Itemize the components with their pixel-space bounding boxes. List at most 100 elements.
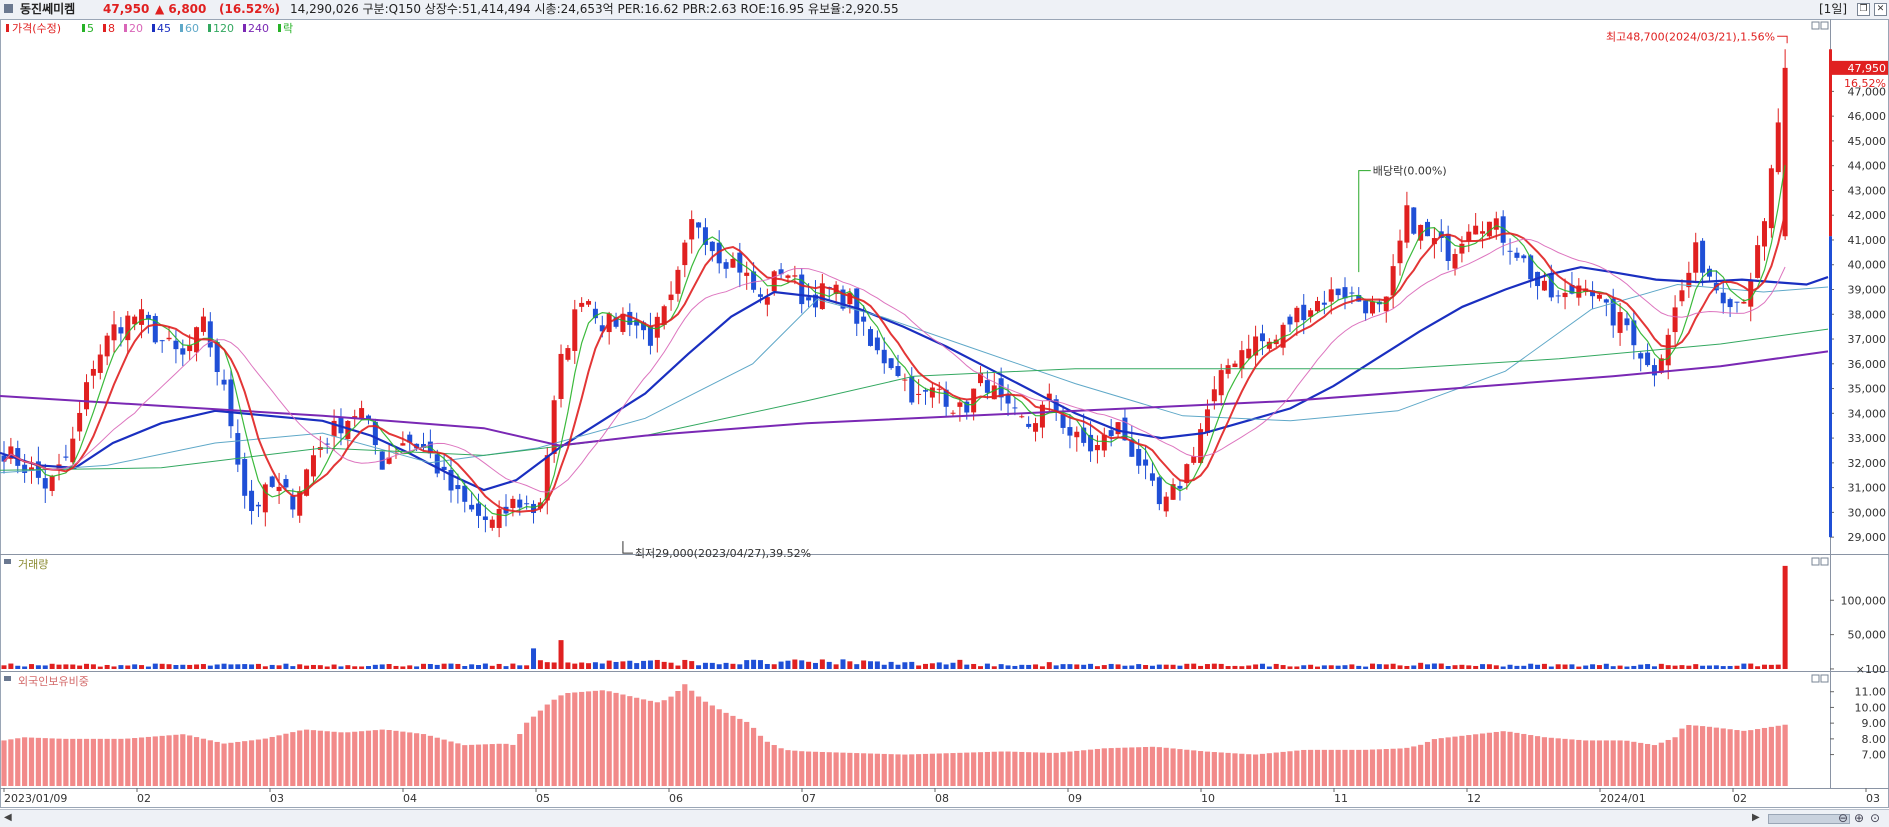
foreign-bar[interactable] [943, 753, 949, 786]
volume-bar[interactable] [1638, 664, 1644, 669]
volume-bar[interactable] [1294, 666, 1300, 669]
candle[interactable] [118, 327, 124, 334]
candle[interactable] [1720, 292, 1726, 304]
foreign-bar[interactable] [379, 729, 385, 786]
foreign-bar[interactable] [1039, 752, 1046, 786]
volume-bar[interactable] [1129, 665, 1135, 669]
foreign-bar[interactable] [180, 734, 186, 786]
foreign-bar[interactable] [1356, 749, 1362, 786]
volume-bar[interactable] [806, 661, 812, 669]
foreign-bar[interactable] [173, 734, 179, 786]
foreign-bar[interactable] [1129, 747, 1135, 786]
candle[interactable] [476, 503, 482, 516]
volume-bar[interactable] [1555, 664, 1561, 669]
candle[interactable] [1493, 218, 1499, 230]
volume-bar[interactable] [1603, 663, 1609, 669]
candle[interactable] [290, 495, 296, 510]
candle[interactable] [77, 412, 83, 432]
foreign-bar[interactable] [640, 699, 647, 786]
volume-bar[interactable] [1074, 664, 1080, 669]
candle[interactable] [1287, 316, 1293, 325]
volume-bar[interactable] [1060, 664, 1066, 669]
foreign-bar[interactable] [1514, 732, 1520, 786]
candle[interactable] [730, 258, 736, 268]
foreign-bar[interactable] [70, 738, 76, 786]
foreign-bar[interactable] [1651, 745, 1658, 786]
pane-maximize-icon[interactable] [1811, 21, 1820, 30]
foreign-bar[interactable] [1197, 751, 1204, 786]
foreign-bar[interactable] [984, 751, 990, 786]
volume-bar[interactable] [15, 665, 21, 669]
foreign-bar[interactable] [1679, 728, 1685, 786]
candle[interactable] [1452, 254, 1458, 269]
volume-bar[interactable] [1005, 665, 1011, 669]
foreign-bar[interactable] [1218, 752, 1224, 786]
volume-bar[interactable] [1466, 665, 1472, 669]
foreign-bar[interactable] [1727, 729, 1733, 786]
foreign-bar[interactable] [1500, 731, 1506, 786]
volume-bar[interactable] [696, 665, 702, 669]
foreign-bar[interactable] [317, 730, 323, 786]
foreign-bar[interactable] [833, 752, 839, 786]
horizontal-scrollbar[interactable]: ◀ ▶ ⊖ ⊕ ⊙ [0, 809, 1889, 827]
volume-bar[interactable] [393, 665, 399, 669]
volume-bar[interactable] [104, 664, 110, 669]
candle[interactable] [63, 456, 69, 458]
candle[interactable] [1748, 279, 1754, 307]
candle[interactable] [207, 321, 213, 348]
volume-bar[interactable] [1713, 665, 1719, 669]
foreign-bar[interactable] [1204, 751, 1211, 786]
foreign-bar[interactable] [35, 737, 41, 786]
foreign-bar[interactable] [386, 730, 392, 786]
foreign-bar[interactable] [1308, 749, 1314, 786]
candle[interactable] [572, 309, 578, 351]
volume-bar[interactable] [847, 661, 853, 669]
foreign-bar[interactable] [730, 715, 736, 786]
foreign-bar[interactable] [675, 690, 681, 786]
volume-bar[interactable] [1115, 664, 1121, 669]
foreign-bar[interactable] [338, 732, 344, 786]
candle[interactable] [1473, 225, 1479, 235]
candle[interactable] [1541, 280, 1547, 291]
foreign-bar[interactable] [991, 751, 997, 786]
foreign-bar[interactable] [1142, 747, 1149, 786]
candle[interactable] [1156, 477, 1162, 505]
candle[interactable] [757, 294, 763, 297]
volume-bar[interactable] [517, 665, 523, 669]
candle[interactable] [771, 271, 777, 292]
foreign-bar[interactable] [517, 734, 523, 786]
candle[interactable] [1012, 407, 1018, 409]
foreign-bar[interactable] [1658, 742, 1664, 786]
volume-bar[interactable] [572, 663, 578, 669]
candle[interactable] [1349, 292, 1355, 294]
volume-bar[interactable] [709, 662, 715, 669]
volume-bar[interactable] [56, 664, 62, 669]
foreign-bar[interactable] [689, 690, 695, 786]
volume-bar[interactable] [929, 663, 935, 669]
volume-bar[interactable] [310, 664, 316, 669]
volume-bar[interactable] [77, 665, 83, 669]
volume-bar[interactable] [1101, 665, 1107, 669]
candle[interactable] [1404, 205, 1410, 243]
volume-bar[interactable] [1768, 664, 1774, 669]
foreign-bar[interactable] [888, 754, 894, 786]
candle[interactable] [70, 438, 76, 463]
volume-bar[interactable] [751, 659, 757, 669]
candle[interactable] [1768, 168, 1774, 229]
foreign-bar[interactable] [902, 754, 908, 786]
volume-bar[interactable] [812, 662, 818, 669]
candle[interactable] [84, 382, 90, 410]
volume-bar[interactable] [833, 664, 839, 669]
volume-bar[interactable] [689, 661, 695, 669]
candle[interactable] [764, 297, 770, 305]
volume-bar[interactable] [297, 664, 303, 669]
volume-bar[interactable] [22, 666, 28, 669]
foreign-bar[interactable] [8, 739, 14, 786]
foreign-bar[interactable] [585, 691, 592, 786]
foreign-bar[interactable] [1273, 752, 1279, 786]
foreign-bar[interactable] [936, 753, 942, 786]
volume-bar[interactable] [1108, 663, 1114, 669]
volume-bar[interactable] [1390, 663, 1396, 669]
volume-bar[interactable] [166, 664, 172, 669]
volume-bar[interactable] [145, 666, 151, 669]
